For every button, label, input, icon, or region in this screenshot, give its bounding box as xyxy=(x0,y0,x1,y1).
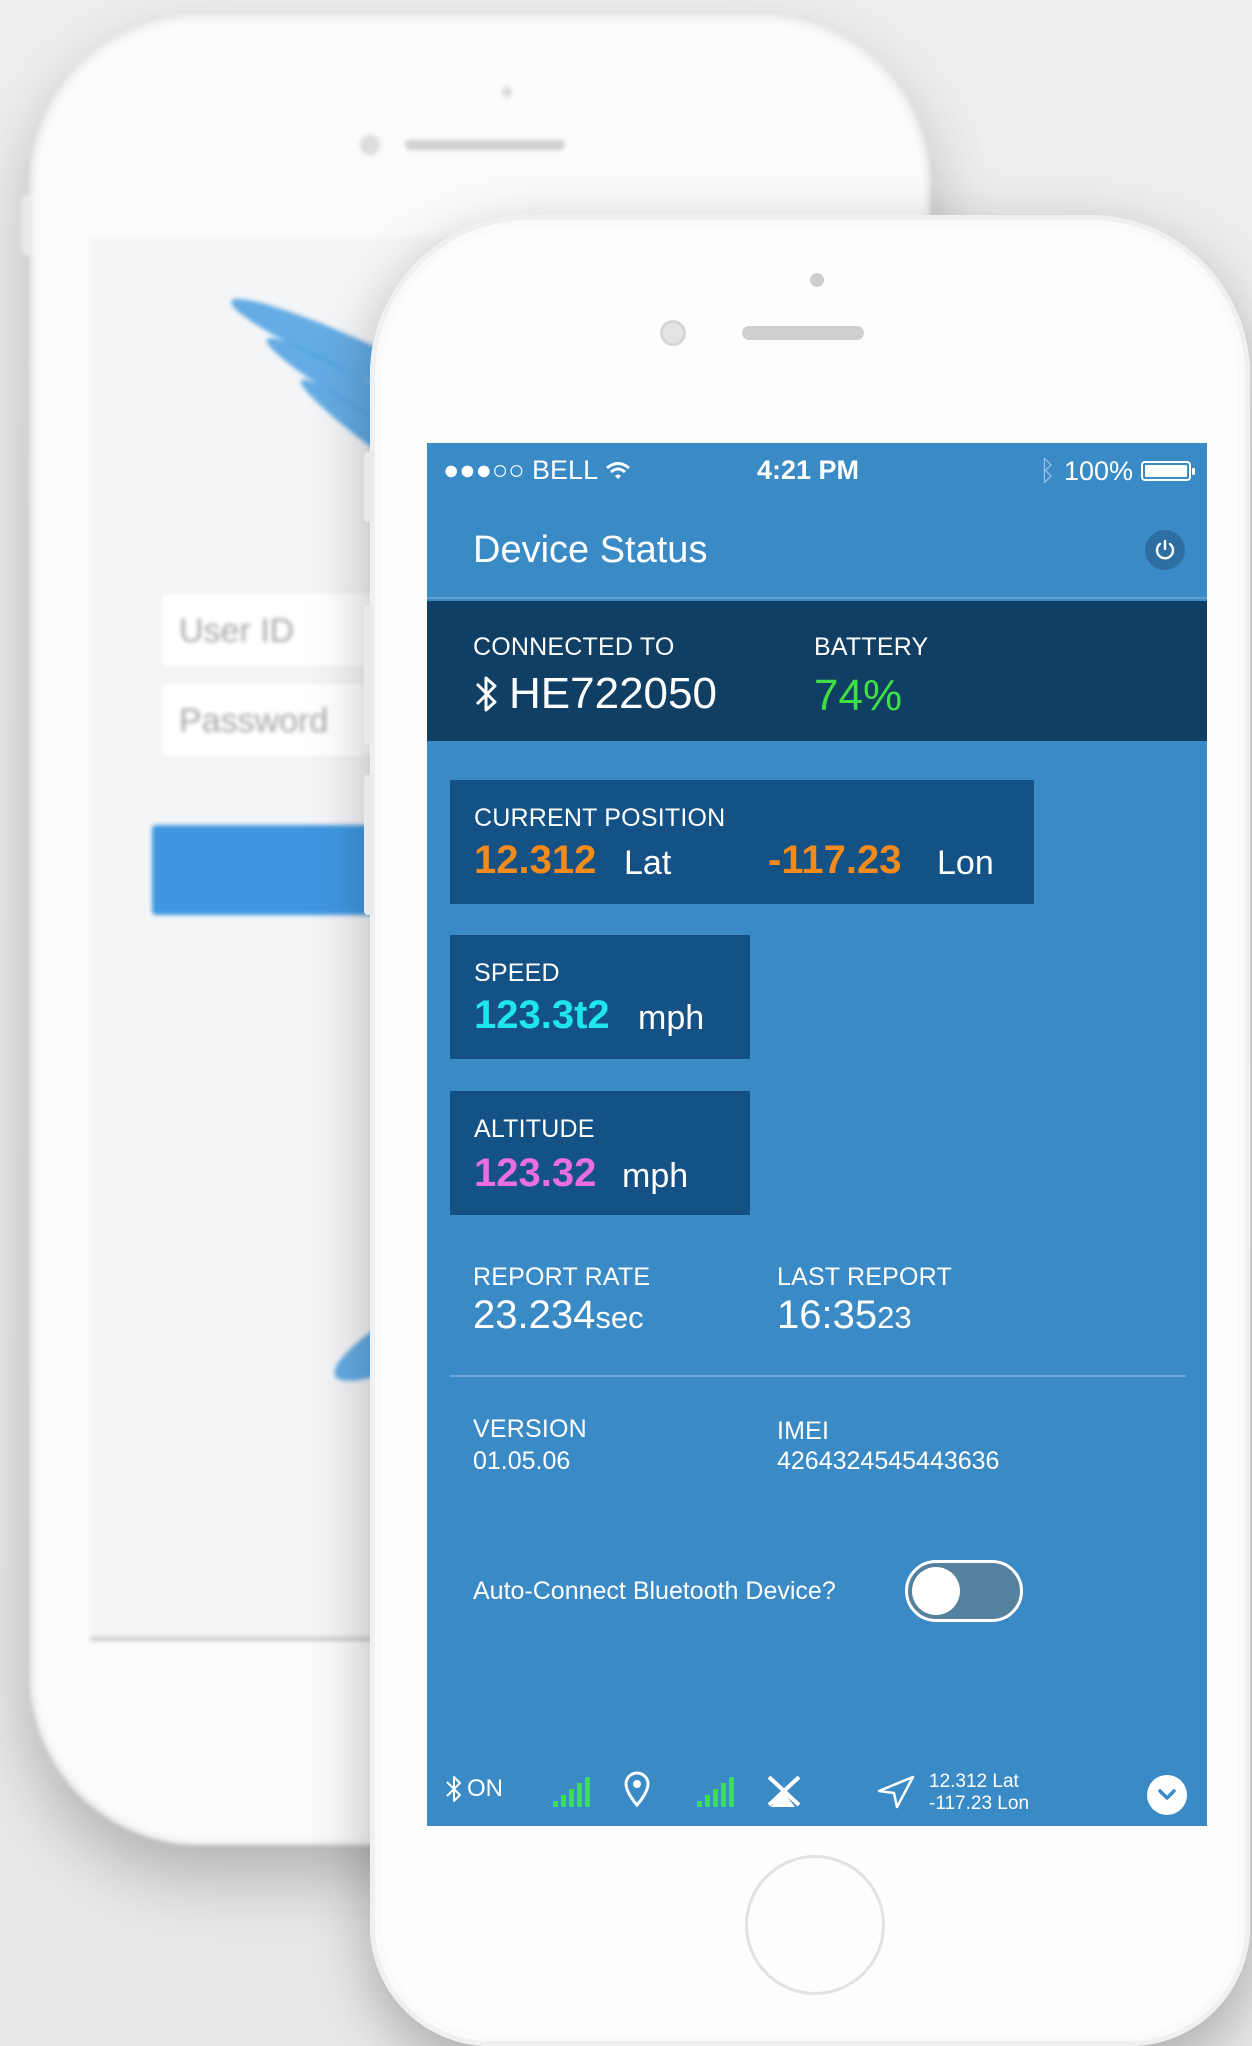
bottom-status-bar: ON 12.312 Lat -117.23 Lon xyxy=(427,1755,1207,1826)
mute-switch xyxy=(364,452,374,522)
expand-button[interactable] xyxy=(1147,1775,1187,1815)
navigation-arrow-icon xyxy=(877,1775,915,1809)
volume-down-button xyxy=(364,775,374,915)
toggle-knob xyxy=(912,1567,960,1615)
front-speaker xyxy=(742,326,864,340)
carrier-label: ●●●○○ BELL xyxy=(443,455,631,486)
bluetooth-on-indicator: ON xyxy=(445,1773,503,1805)
auto-connect-toggle[interactable] xyxy=(905,1560,1023,1622)
front-sensor xyxy=(810,273,824,287)
bluetooth-status-icon: ᛒ xyxy=(1039,455,1056,486)
current-position-card: CURRENT POSITION 12.312 Lat -117.23 Lon xyxy=(450,780,1034,904)
speed-unit: mph xyxy=(638,999,705,1037)
back-phone-sensor xyxy=(502,87,512,97)
chevron-down-icon xyxy=(1158,1789,1176,1800)
clock: 4:21 PM xyxy=(757,455,860,485)
location-pin-icon xyxy=(624,1771,650,1808)
status-right: ᛒ 100% xyxy=(1039,455,1195,487)
auto-connect-label: Auto-Connect Bluetooth Device? xyxy=(473,1577,836,1605)
longitude-value: -117.23 xyxy=(768,838,902,882)
bottom-longitude: -117.23 Lon xyxy=(929,1793,1030,1814)
altitude-unit: mph xyxy=(622,1157,689,1195)
bottom-coordinates: 12.312 Lat -117.23 Lon xyxy=(929,1771,1029,1815)
report-rate-value: 23.234sec xyxy=(473,1293,644,1338)
connection-panel: CONNECTED TO HE722050 BATTERY 74% xyxy=(427,601,1207,741)
satellite-icon xyxy=(767,1775,801,1807)
nav-bar: Device Status xyxy=(427,499,1207,599)
volume-up-button xyxy=(364,605,374,745)
speed-card: SPEED 123.3t2 mph xyxy=(450,935,750,1059)
status-bar: ●●●○○ BELL 4:21 PM ᛒ 100% xyxy=(427,443,1207,499)
report-rate-unit: sec xyxy=(595,1300,644,1335)
altitude-value: 123.32 xyxy=(474,1151,597,1195)
wifi-icon xyxy=(605,462,630,479)
satellite-signal-icon xyxy=(697,1777,734,1807)
last-report-time: 16:35 xyxy=(777,1293,878,1337)
imei-value: 4264324545443636 xyxy=(777,1447,1000,1475)
last-report-seconds: 23 xyxy=(877,1300,912,1335)
last-report-value: 16:3523 xyxy=(777,1293,912,1338)
version-value: 01.05.06 xyxy=(473,1447,571,1475)
latitude-value: 12.312 xyxy=(474,838,597,882)
back-phone-speaker xyxy=(405,140,565,150)
altitude-label: ALTITUDE xyxy=(474,1115,595,1143)
home-button[interactable] xyxy=(745,1855,885,1995)
divider xyxy=(450,1375,1186,1377)
battery-label: BATTERY xyxy=(814,633,929,661)
battery-percent: 100% xyxy=(1063,455,1133,486)
altitude-card: ALTITUDE 123.32 mph xyxy=(450,1091,750,1215)
power-button[interactable] xyxy=(1145,530,1185,570)
report-rate-label: REPORT RATE xyxy=(473,1263,651,1291)
version-label: VERSION xyxy=(473,1415,587,1443)
connected-device: HE722050 xyxy=(473,669,717,719)
gps-signal-icon xyxy=(553,1777,590,1807)
latitude-unit: Lat xyxy=(624,844,672,882)
longitude-unit: Lon xyxy=(937,844,994,882)
bluetooth-icon xyxy=(446,1776,461,1802)
side-button xyxy=(22,195,32,255)
front-camera xyxy=(660,320,686,346)
power-icon xyxy=(1155,539,1175,560)
imei-label: IMEI xyxy=(777,1417,830,1445)
last-report-label: LAST REPORT xyxy=(777,1263,952,1291)
bluetooth-on-text: ON xyxy=(467,1775,503,1802)
battery-value: 74% xyxy=(814,671,903,720)
speed-label: SPEED xyxy=(474,959,560,987)
carrier-text: ●●●○○ BELL xyxy=(443,455,598,485)
device-status-screen: ●●●○○ BELL 4:21 PM ᛒ 100% Device Status … xyxy=(427,443,1207,1826)
back-phone-camera xyxy=(360,135,380,155)
connected-to-label: CONNECTED TO xyxy=(473,633,675,661)
bottom-latitude: 12.312 Lat xyxy=(929,1771,1019,1792)
bluetooth-icon xyxy=(475,676,497,712)
report-rate-number: 23.234 xyxy=(473,1293,596,1337)
speed-value: 123.3t2 xyxy=(474,993,610,1037)
page-title: Device Status xyxy=(473,529,708,571)
current-position-label: CURRENT POSITION xyxy=(474,804,726,832)
device-id: HE722050 xyxy=(509,669,717,718)
battery-icon xyxy=(1141,461,1195,481)
